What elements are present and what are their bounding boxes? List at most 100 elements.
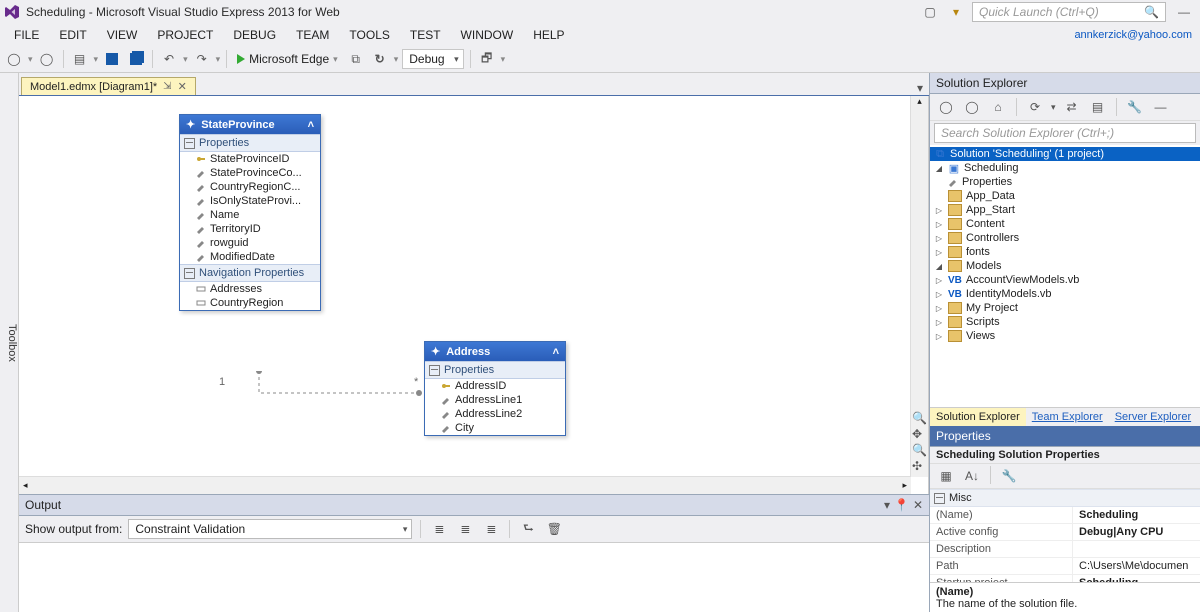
toolbox-tab[interactable]: Toolbox bbox=[0, 73, 19, 612]
nav-property-row[interactable]: CountryRegion bbox=[180, 296, 320, 310]
collapse-icon[interactable] bbox=[184, 138, 195, 149]
property-row[interactable]: IsOnlyStateProvi... bbox=[180, 194, 320, 208]
designer-vertical-scrollbar[interactable]: ▴ 🔍 ✥ 🔍 ✣ bbox=[910, 96, 928, 477]
tab-server-explorer[interactable]: Server Explorer bbox=[1109, 408, 1197, 426]
se-properties-button[interactable]: 🔧 bbox=[1125, 97, 1145, 117]
pan-icon[interactable]: ✣ bbox=[912, 459, 927, 473]
output-pin-button[interactable]: 📍 bbox=[894, 498, 909, 512]
property-row[interactable]: StateProvinceCo... bbox=[180, 166, 320, 180]
props-row[interactable]: (Name)Scheduling bbox=[930, 507, 1200, 524]
expand-icon[interactable] bbox=[934, 316, 944, 328]
props-alpha-button[interactable]: A↓ bbox=[962, 466, 982, 486]
association-connector[interactable] bbox=[249, 371, 429, 411]
tree-file-node[interactable]: VBIdentityModels.vb bbox=[930, 287, 1200, 301]
props-row[interactable]: Startup projectScheduling bbox=[930, 575, 1200, 582]
redo-button[interactable]: ↷ bbox=[192, 49, 212, 69]
minimize-button[interactable]: — bbox=[1178, 5, 1190, 19]
tree-node[interactable]: Scripts bbox=[930, 315, 1200, 329]
property-row[interactable]: StateProvinceID bbox=[180, 152, 320, 166]
se-sync-button[interactable]: ⇄ bbox=[1062, 97, 1082, 117]
tree-file-node[interactable]: VBAccountViewModels.vb bbox=[930, 273, 1200, 287]
property-row[interactable]: CountryRegionC... bbox=[180, 180, 320, 194]
tree-solution-node[interactable]: ⧉Solution 'Scheduling' (1 project) bbox=[930, 147, 1200, 161]
feedback-icon[interactable]: ▢ bbox=[920, 2, 940, 22]
start-debug-button[interactable]: Microsoft Edge ▾ bbox=[233, 49, 342, 69]
browser-link-button[interactable]: ⧉ bbox=[346, 49, 366, 69]
quick-launch-input[interactable]: Quick Launch (Ctrl+Q) 🔍 bbox=[972, 2, 1166, 22]
se-preview-button[interactable]: — bbox=[1151, 97, 1171, 117]
tree-node[interactable]: App_Start bbox=[930, 203, 1200, 217]
output-menu-button[interactable]: ▾ bbox=[884, 498, 890, 512]
props-category-row[interactable]: Misc bbox=[930, 489, 1200, 507]
props-pages-button[interactable]: 🔧 bbox=[999, 466, 1019, 486]
menu-edit[interactable]: EDIT bbox=[49, 26, 96, 44]
nav-back-button[interactable]: ◯ bbox=[4, 49, 24, 69]
output-wordwrap-button[interactable]: ⮑ bbox=[518, 519, 538, 539]
output-tool-button[interactable]: ≣ bbox=[455, 519, 475, 539]
menu-file[interactable]: FILE bbox=[4, 26, 49, 44]
close-tab-button[interactable]: ✕ bbox=[178, 80, 187, 93]
property-row[interactable]: ModifiedDate bbox=[180, 250, 320, 264]
props-row[interactable]: Description bbox=[930, 541, 1200, 558]
notifications-icon[interactable]: ▾ bbox=[946, 2, 966, 22]
designer-horizontal-scrollbar[interactable]: ◂ ▸ bbox=[19, 476, 911, 494]
se-showall-button[interactable]: ▤ bbox=[1088, 97, 1108, 117]
expand-icon[interactable] bbox=[934, 246, 944, 258]
output-tool-button[interactable]: ≣ bbox=[481, 519, 501, 539]
tree-node[interactable]: fonts bbox=[930, 245, 1200, 259]
signed-in-user[interactable]: annkerzick@yahoo.com bbox=[1074, 29, 1196, 41]
expand-icon[interactable] bbox=[934, 162, 944, 174]
props-row[interactable]: Active configDebug|Any CPU bbox=[930, 524, 1200, 541]
property-row[interactable]: AddressID bbox=[425, 379, 565, 393]
doc-tab-menu-button[interactable]: ▾ bbox=[911, 81, 929, 95]
save-button[interactable] bbox=[102, 49, 122, 69]
tab-team-explorer[interactable]: Team Explorer bbox=[1026, 408, 1109, 426]
expand-icon[interactable] bbox=[934, 288, 944, 300]
expand-icon[interactable] bbox=[934, 260, 944, 272]
property-row[interactable]: City bbox=[425, 421, 565, 435]
menu-test[interactable]: TEST bbox=[400, 26, 451, 44]
menu-help[interactable]: HELP bbox=[523, 26, 574, 44]
undo-button[interactable]: ↶ bbox=[159, 49, 179, 69]
zoom-out-icon[interactable]: 🔍 bbox=[912, 443, 927, 457]
menu-window[interactable]: WINDOW bbox=[451, 26, 524, 44]
props-row[interactable]: PathC:\Users\Me\documen bbox=[930, 558, 1200, 575]
property-row[interactable]: rowguid bbox=[180, 236, 320, 250]
tree-node[interactable]: Content bbox=[930, 217, 1200, 231]
property-row[interactable]: TerritoryID bbox=[180, 222, 320, 236]
nav-property-row[interactable]: Addresses bbox=[180, 282, 320, 296]
menu-debug[interactable]: DEBUG bbox=[223, 26, 286, 44]
tree-node[interactable]: Views bbox=[930, 329, 1200, 343]
property-row[interactable]: AddressLine1 bbox=[425, 393, 565, 407]
tab-solution-explorer[interactable]: Solution Explorer bbox=[930, 408, 1026, 426]
expand-icon[interactable] bbox=[934, 274, 944, 286]
save-all-button[interactable] bbox=[126, 49, 146, 69]
output-close-button[interactable]: ✕ bbox=[913, 498, 923, 512]
property-row[interactable]: Name bbox=[180, 208, 320, 222]
output-from-dropdown[interactable]: Constraint Validation bbox=[128, 519, 412, 539]
menu-project[interactable]: PROJECT bbox=[147, 26, 223, 44]
se-back-button[interactable]: ◯ bbox=[936, 97, 956, 117]
pin-icon[interactable]: ⇲ bbox=[163, 81, 171, 92]
collapse-icon[interactable] bbox=[429, 365, 440, 376]
zoom-in-icon[interactable]: 🔍 bbox=[912, 411, 927, 425]
property-row[interactable]: AddressLine2 bbox=[425, 407, 565, 421]
props-categorized-button[interactable]: ▦ bbox=[936, 466, 956, 486]
expand-icon[interactable] bbox=[934, 330, 944, 342]
edmx-designer-surface[interactable]: ✦ StateProvince ˄ Properties StateProvin… bbox=[19, 96, 929, 494]
tree-project-node[interactable]: ▣Scheduling bbox=[930, 161, 1200, 175]
config-dropdown[interactable]: Debug bbox=[402, 49, 463, 69]
fit-icon[interactable]: ✥ bbox=[912, 427, 927, 441]
menu-team[interactable]: TEAM bbox=[286, 26, 339, 44]
document-tab[interactable]: Model1.edmx [Diagram1]* ⇲ ✕ bbox=[21, 77, 196, 95]
tree-node[interactable]: Models bbox=[930, 259, 1200, 273]
tree-node[interactable]: Controllers bbox=[930, 231, 1200, 245]
chevron-up-icon[interactable]: ˄ bbox=[553, 346, 559, 358]
solution-explorer-search[interactable]: Search Solution Explorer (Ctrl+;) bbox=[934, 123, 1196, 143]
output-tool-button[interactable]: ≣ bbox=[429, 519, 449, 539]
refresh-button[interactable]: ↻ bbox=[370, 49, 390, 69]
new-project-button[interactable]: ▤ bbox=[70, 49, 90, 69]
tree-node[interactable]: App_Data bbox=[930, 189, 1200, 203]
collapse-icon[interactable] bbox=[934, 493, 945, 504]
publish-button[interactable]: 🗗 bbox=[477, 49, 497, 69]
